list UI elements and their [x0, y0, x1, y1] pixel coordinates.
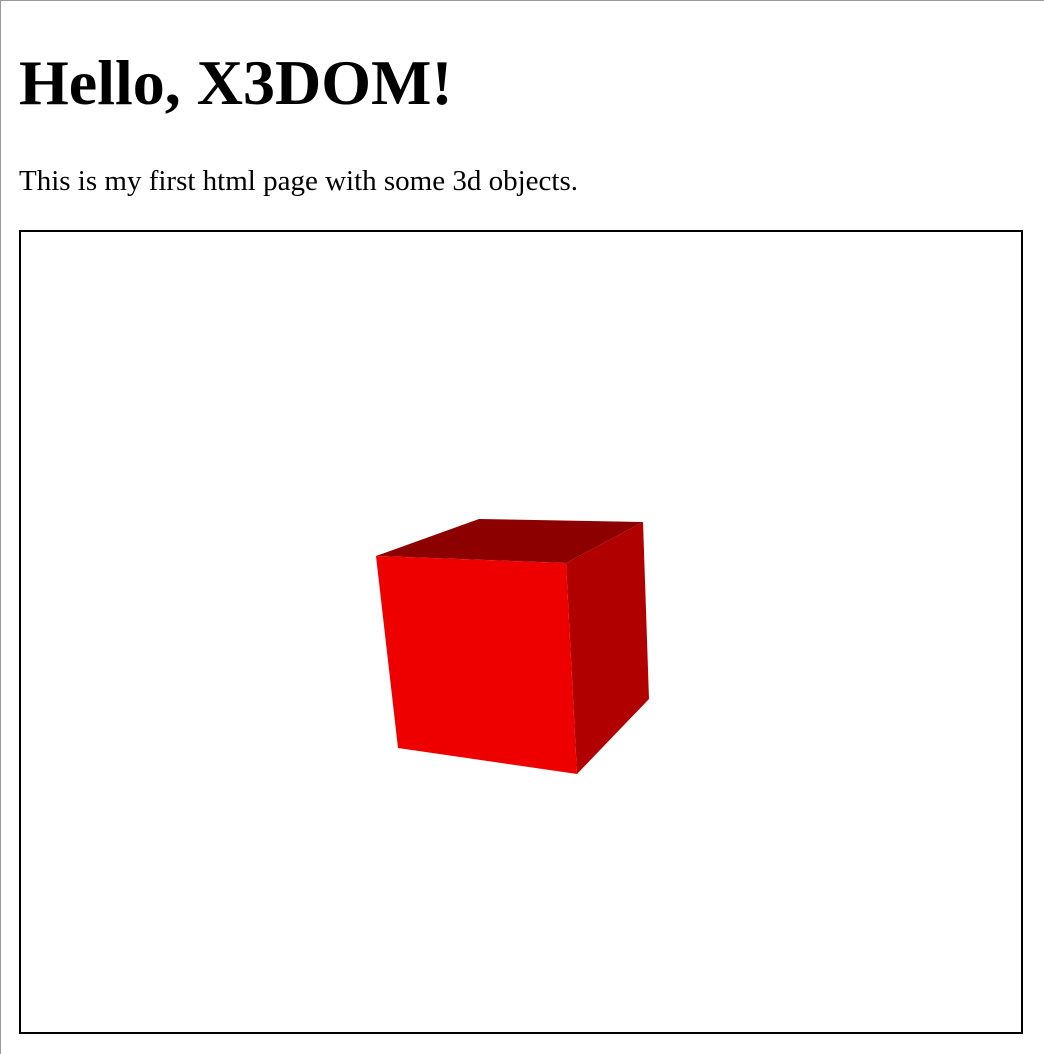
box-right-face — [566, 522, 649, 774]
box-front-face — [376, 556, 577, 774]
red-box[interactable] — [376, 519, 649, 774]
x3d-canvas[interactable] — [19, 230, 1023, 1034]
intro-text: This is my first html page with some 3d … — [19, 165, 579, 197]
x3d-scene — [376, 519, 649, 774]
page-title: Hello, X3DOM! — [19, 47, 453, 118]
